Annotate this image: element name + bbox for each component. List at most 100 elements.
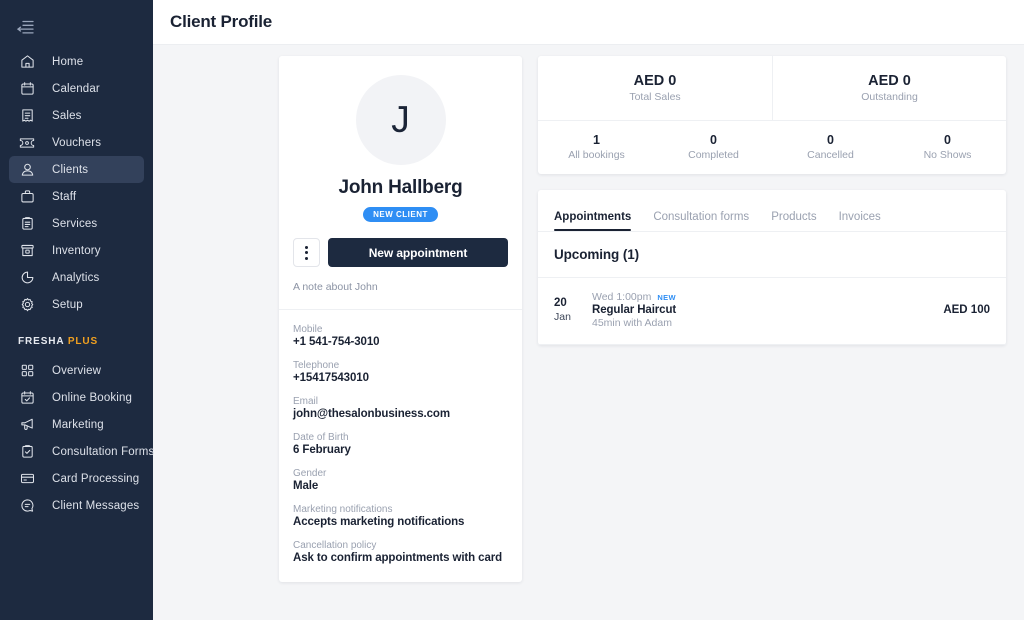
stat-all-bookings: 1 All bookings [538, 121, 655, 174]
field-value: +15417543010 [293, 372, 369, 384]
client-note[interactable]: A note about John [279, 267, 522, 309]
chat-bubble-icon [17, 496, 37, 516]
field-label: Date of Birth [293, 432, 349, 443]
stat-value: 0 [710, 133, 717, 147]
field-date-of-birth: Date of Birth 6 February [293, 432, 508, 456]
tab-invoices[interactable]: Invoices [839, 211, 881, 231]
client-details-list: Mobile +1 541-754-3010 Telephone +154175… [279, 310, 522, 578]
sidebar-item-label: Staff [52, 190, 77, 203]
grid-icon [17, 361, 37, 381]
sidebar-item-label: Client Messages [52, 499, 140, 512]
tab-appointments[interactable]: Appointments [554, 211, 632, 231]
clipboard-icon [17, 214, 37, 234]
sidebar-item-marketing[interactable]: Marketing [9, 411, 144, 438]
stat-label: Cancelled [807, 149, 854, 161]
client-profile-card: J John Hallberg NEW CLIENT New appointme… [279, 56, 522, 582]
right-column: AED 0 Total Sales AED 0 Outstanding 1 Al… [538, 56, 1006, 345]
tab-consultation-forms[interactable]: Consultation forms [653, 211, 749, 231]
sidebar-item-calendar[interactable]: Calendar [9, 75, 144, 102]
sidebar-item-client-messages[interactable]: Client Messages [9, 492, 144, 519]
field-label: Gender [293, 468, 327, 479]
section-title: FRESHA [18, 336, 65, 347]
sidebar-item-online-booking[interactable]: Online Booking [9, 384, 144, 411]
new-appointment-button[interactable]: New appointment [328, 238, 508, 267]
stat-label: Total Sales [629, 91, 681, 103]
stat-label: No Shows [923, 149, 972, 161]
field-value: john@thesalonbusiness.com [293, 408, 450, 420]
action-row: New appointment [279, 222, 522, 267]
sidebar-item-services[interactable]: Services [9, 210, 144, 237]
field-gender: Gender Male [293, 468, 508, 492]
stats-card: AED 0 Total Sales AED 0 Outstanding 1 Al… [538, 56, 1006, 174]
avatar-wrapper: J [279, 56, 522, 165]
more-options-button[interactable] [293, 238, 320, 267]
stat-outstanding: AED 0 Outstanding [772, 56, 1006, 120]
sidebar-item-label: Clients [52, 163, 89, 176]
stat-no-shows: 0 No Shows [889, 121, 1006, 174]
sidebar-item-sales[interactable]: Sales [9, 102, 144, 129]
voucher-ticket-icon [17, 133, 37, 153]
tabs-card: Appointments Consultation forms Products… [538, 190, 1006, 345]
home-icon [17, 52, 37, 72]
sidebar-item-card-processing[interactable]: Card Processing [9, 465, 144, 492]
tab-products[interactable]: Products [771, 211, 816, 231]
sidebar-item-label: Card Processing [52, 472, 140, 485]
sidebar-item-clients[interactable]: Clients [9, 156, 144, 183]
field-value: +1 541-754-3010 [293, 336, 380, 348]
sidebar-section-fresha-plus: FRESHA PLUS [18, 336, 153, 347]
field-marketing-notifications: Marketing notifications Accepts marketin… [293, 504, 508, 528]
sidebar-item-label: Overview [52, 364, 102, 377]
calendar-check-icon [17, 388, 37, 408]
sidebar-item-label: Services [52, 217, 98, 230]
field-cancellation-policy: Cancellation policy Ask to confirm appoi… [293, 540, 508, 564]
appointment-time: Wed 1:00pm [592, 291, 652, 303]
sidebar-item-label: Vouchers [52, 136, 102, 149]
main-area: Client Profile J John Hallberg NEW CLIEN… [153, 0, 1024, 620]
sidebar-item-analytics[interactable]: Analytics [9, 264, 144, 291]
collapse-menu-icon [16, 20, 34, 34]
sidebar-item-vouchers[interactable]: Vouchers [9, 129, 144, 156]
stat-value: 1 [593, 133, 600, 147]
calendar-icon [17, 79, 37, 99]
stat-label: All bookings [568, 149, 625, 161]
sidebar-item-label: Marketing [52, 418, 104, 431]
stat-value: AED 0 [868, 73, 911, 89]
sidebar-item-consultation-forms[interactable]: Consultation Forms [9, 438, 154, 465]
sidebar-item-home[interactable]: Home [9, 48, 144, 75]
field-value: 6 February [293, 444, 351, 456]
top-bar: Client Profile [153, 0, 1024, 45]
field-label: Email [293, 396, 319, 407]
tab-bar: Appointments Consultation forms Products… [538, 190, 1006, 232]
stat-value: 0 [827, 133, 834, 147]
appointment-date: 20 Jan [554, 296, 584, 324]
sidebar-item-label: Setup [52, 298, 83, 311]
sidebar-item-label: Consultation Forms [52, 445, 155, 458]
sidebar-item-staff[interactable]: Staff [9, 183, 144, 210]
sidebar-item-overview[interactable]: Overview [9, 357, 144, 384]
more-vertical-icon [305, 245, 308, 260]
briefcase-icon [17, 187, 37, 207]
client-name: John Hallberg [338, 177, 463, 198]
sidebar-item-label: Online Booking [52, 391, 133, 404]
section-title-plus: PLUS [67, 336, 99, 347]
field-label: Cancellation policy [293, 540, 377, 551]
app-root: Home Calendar Sales Vouchers Clients Sta… [0, 0, 1024, 620]
field-value: Accepts marketing notifications [293, 516, 465, 528]
credit-card-icon [17, 469, 37, 489]
content-area: J John Hallberg NEW CLIENT New appointme… [153, 45, 1024, 620]
receipt-icon [17, 106, 37, 126]
person-icon [17, 160, 37, 180]
field-email: Email john@thesalonbusiness.com [293, 396, 508, 420]
stat-label: Completed [688, 149, 739, 161]
sidebar-item-setup[interactable]: Setup [9, 291, 144, 318]
stat-label: Outstanding [861, 91, 918, 103]
sidebar-item-label: Home [52, 55, 84, 68]
field-label: Marketing notifications [293, 504, 393, 515]
sidebar-item-inventory[interactable]: Inventory [9, 237, 144, 264]
collapse-menu-button[interactable] [8, 12, 42, 42]
field-mobile: Mobile +1 541-754-3010 [293, 324, 508, 348]
stats-counts-row: 1 All bookings 0 Completed 0 Cancelled 0… [538, 120, 1006, 174]
appointment-row[interactable]: 20 Jan Wed 1:00pm NEW Regular Haircut 45… [538, 278, 1006, 345]
upcoming-section-title: Upcoming (1) [538, 232, 1006, 278]
field-value: Ask to confirm appointments with card [293, 552, 503, 564]
